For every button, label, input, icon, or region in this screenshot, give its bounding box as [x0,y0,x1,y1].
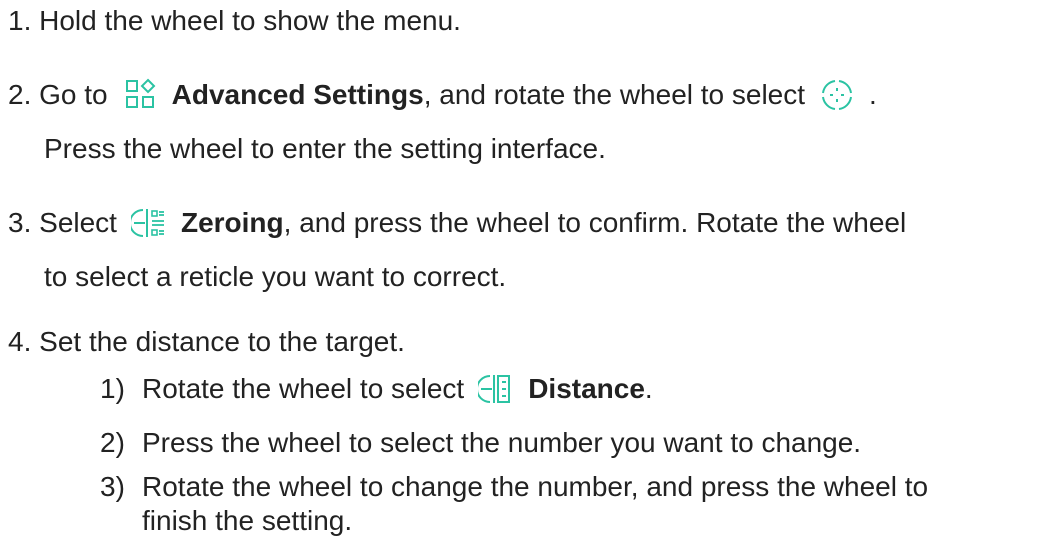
substep-number: 3) [100,471,125,502]
step-number: 3. [8,207,32,238]
step-text: Press the wheel to enter the setting int… [44,133,606,164]
substep-2: 2) Press the wheel to select the number y… [100,425,861,461]
substep-3: 3) Rotate the wheel to change the number,… [100,469,928,505]
step-2: 2. Go to Advanced Settings, and rotate t… [8,77,877,113]
step-3-line-2: to select a reticle you want to correct. [44,259,506,295]
crosshair-icon [819,77,855,113]
step-1: 1. Hold the wheel to show the menu. [8,3,461,39]
step-text: Go to [39,79,108,110]
step-text: , and press the wheel to confirm. Rotate… [283,207,907,238]
substep-text: Rotate the wheel to change the number, a… [142,471,929,502]
advanced-settings-icon [122,77,158,113]
step-text: , and rotate the wheel to select [423,79,806,110]
distance-label: Distance [528,373,645,404]
step-text: Select [39,207,117,238]
step-text-end: . [869,79,877,110]
advanced-settings-label: Advanced Settings [171,79,424,110]
substep-number: 1) [100,373,125,404]
step-2-line-2: Press the wheel to enter the setting int… [44,131,606,167]
substep-1: 1) Rotate the wheel to select Distance. [100,371,653,407]
substep-text: Rotate the wheel to select [142,373,465,404]
substep-number: 2) [100,427,125,458]
step-3: 3. Select Zeroing, and press the wheel t… [8,205,906,241]
step-number: 2. [8,79,32,110]
zeroing-label: Zeroing [180,207,284,238]
step-text: to select a reticle you want to correct. [44,261,507,292]
substep-text: Press the wheel to select the number you… [142,427,862,458]
step-text: Hold the wheel to show the menu. [39,5,461,36]
zeroing-icon [130,205,167,241]
step-number: 1. [8,5,32,36]
substep-text-end: . [644,373,653,404]
step-4: 4. Set the distance to the target. [8,324,405,360]
substep-text: finish the setting. [142,505,353,536]
step-text: Set the distance to the target. [39,326,405,357]
substep-3-line-2: finish the setting. [142,503,352,539]
step-number: 4. [8,326,32,357]
distance-icon [478,371,514,407]
